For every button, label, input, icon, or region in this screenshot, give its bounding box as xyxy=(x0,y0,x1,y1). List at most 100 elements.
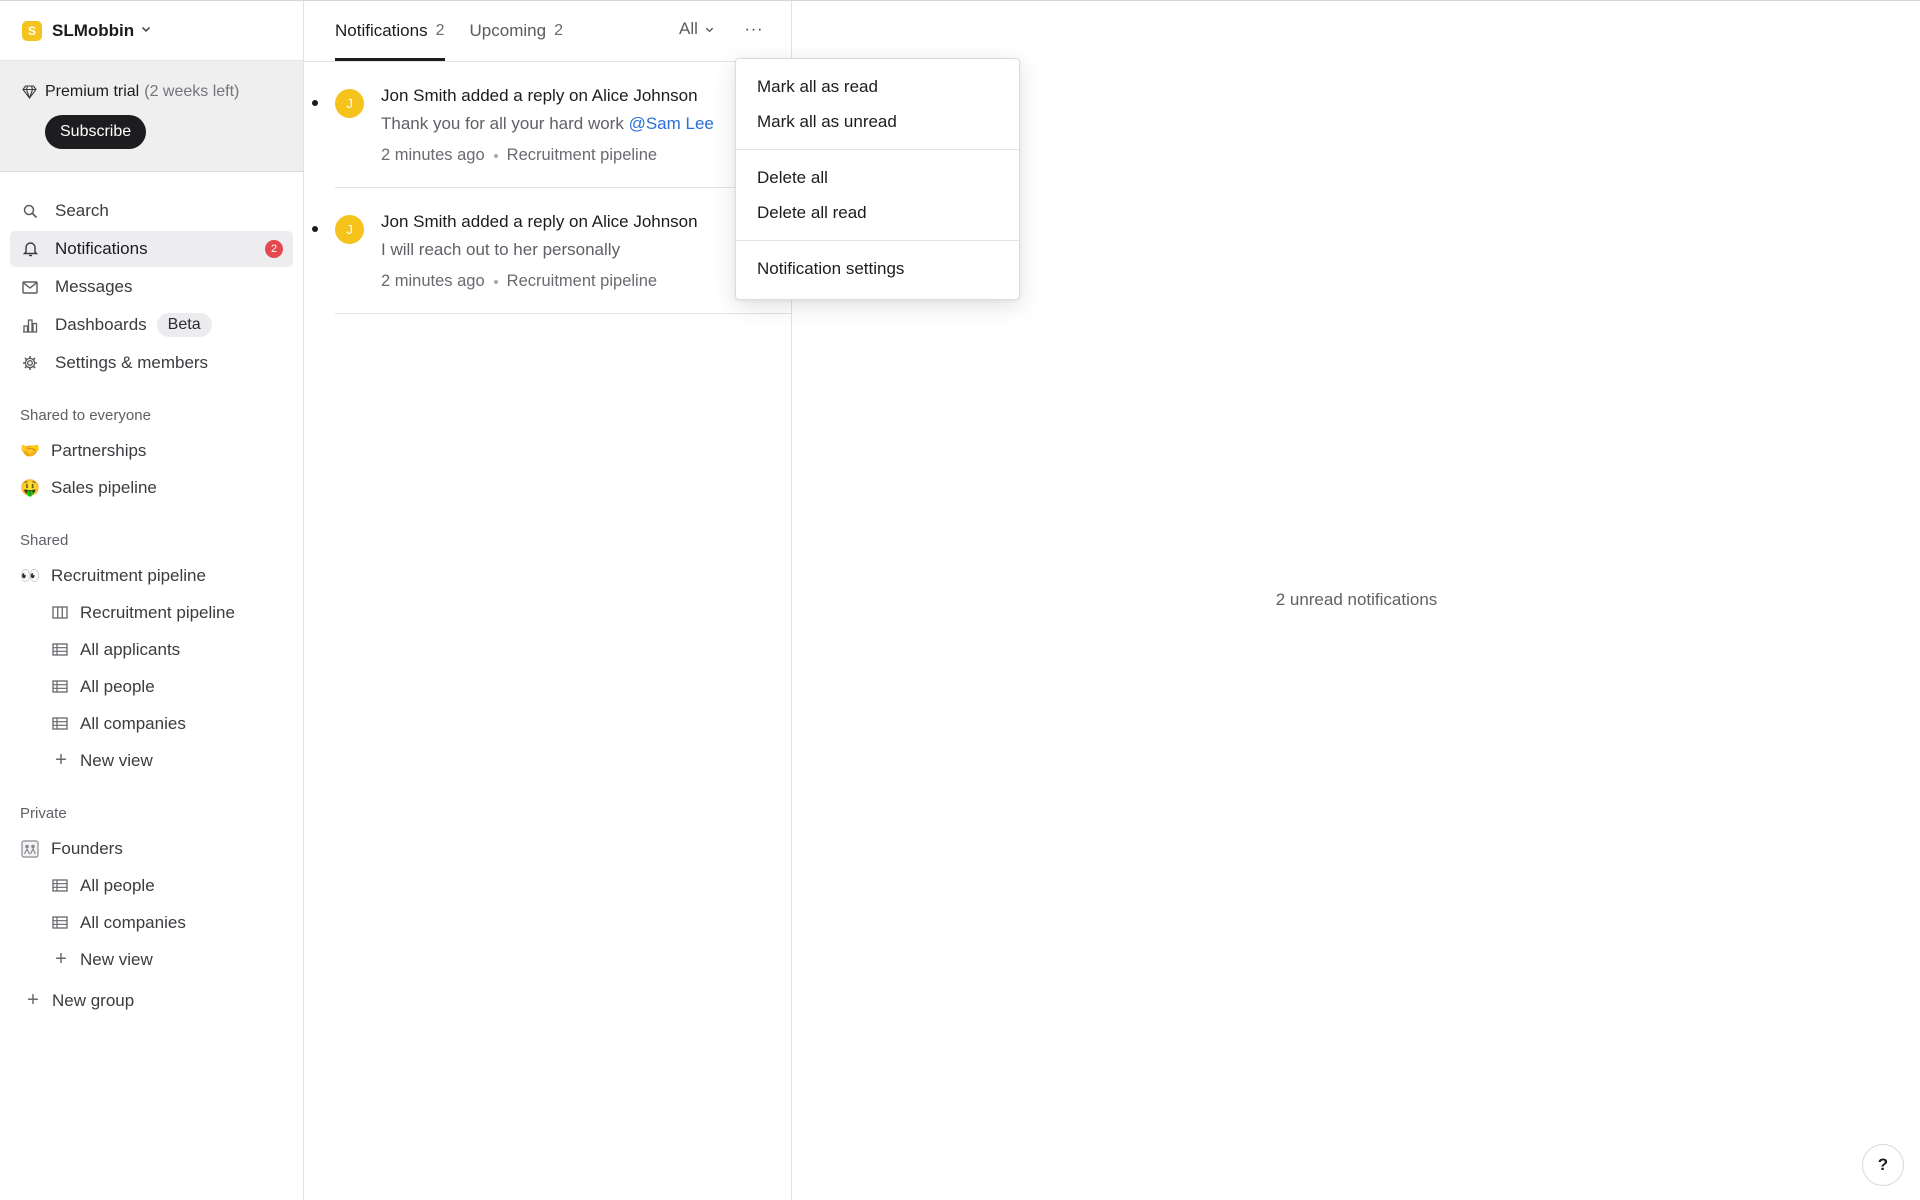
more-options-menu: Mark all as read Mark all as unread Dele… xyxy=(735,58,1020,300)
notification-list: J Jon Smith added a reply on Alice Johns… xyxy=(304,61,792,314)
notification-source[interactable]: Recruitment pipeline xyxy=(507,272,657,291)
trial-remaining: (2 weeks left) xyxy=(144,83,240,100)
nav-item-label: Messages xyxy=(55,277,133,296)
list-item-recruitment-group[interactable]: 👀 Recruitment pipeline xyxy=(0,557,303,594)
view-item-founders-all-people[interactable]: All people xyxy=(0,867,303,904)
plus-icon: + xyxy=(27,989,39,1011)
help-button[interactable]: ? xyxy=(1862,1144,1904,1186)
nav-item-label: Dashboards xyxy=(55,315,147,334)
premium-trial-banner: Premium trial (2 weeks left) Subscribe xyxy=(0,61,303,172)
beta-badge: Beta xyxy=(156,313,212,337)
nav-item-notifications[interactable]: Notifications 2 xyxy=(10,231,293,267)
table-icon xyxy=(52,717,70,730)
tab-notifications[interactable]: Notifications 2 xyxy=(335,1,445,61)
nav-item-label: Search xyxy=(55,201,109,220)
notification-body-text: Thank you for all your hard work xyxy=(381,114,629,133)
eyes-icon: 👀 xyxy=(20,567,40,585)
menu-item-mark-all-read[interactable]: Mark all as read xyxy=(736,69,1019,104)
view-item-recruitment-pipeline[interactable]: Recruitment pipeline xyxy=(0,594,303,631)
table-icon xyxy=(52,879,70,892)
chevron-down-icon xyxy=(704,24,715,35)
unread-indicator xyxy=(312,100,318,106)
separator-dot xyxy=(493,279,498,284)
nav-item-dashboards[interactable]: Dashboards Beta xyxy=(10,307,293,343)
view-item-label: All people xyxy=(80,875,155,895)
chevron-down-icon xyxy=(140,22,152,40)
tab-bar: Notifications 2 Upcoming 2 All ··· xyxy=(304,1,791,61)
menu-item-delete-all[interactable]: Delete all xyxy=(736,160,1019,195)
list-item-partnerships[interactable]: 🤝 Partnerships xyxy=(0,432,303,469)
trial-label: Premium trial xyxy=(45,83,140,100)
tab-label: Notifications xyxy=(335,20,428,40)
view-item-all-applicants[interactable]: All applicants xyxy=(0,631,303,668)
menu-item-mark-all-unread[interactable]: Mark all as unread xyxy=(736,104,1019,139)
view-item-label: All applicants xyxy=(80,639,181,659)
menu-group-mark: Mark all as read Mark all as unread xyxy=(736,59,1019,150)
mail-icon xyxy=(21,278,39,296)
view-item-label: All companies xyxy=(80,713,186,733)
notification-body: Thank you for all your hard work @Sam Le… xyxy=(381,114,714,134)
handshake-icon: 🤝 xyxy=(20,442,40,460)
new-view-label: New view xyxy=(80,750,153,770)
view-item-label: All people xyxy=(80,676,155,696)
tab-label: Upcoming xyxy=(469,20,547,40)
view-item-founders-all-companies[interactable]: All companies xyxy=(0,904,303,941)
money-face-icon: 🤑 xyxy=(20,479,40,497)
main-nav: Search Notifications 2 Messages Dashboar… xyxy=(0,172,303,381)
avatar: J xyxy=(335,89,364,118)
notification-title: Jon Smith added a reply on Alice Johnson xyxy=(381,212,698,231)
notification-source[interactable]: Recruitment pipeline xyxy=(507,146,657,165)
plus-icon: + xyxy=(55,749,67,771)
plus-icon: + xyxy=(55,948,67,970)
list-item-sales-pipeline[interactable]: 🤑 Sales pipeline xyxy=(0,469,303,506)
mention-link[interactable]: @Sam Lee xyxy=(629,114,714,133)
notification-body-text: I will reach out to her personally xyxy=(381,240,621,259)
workspace-name: SLMobbin xyxy=(52,20,135,40)
tab-count: 2 xyxy=(435,21,445,39)
view-item-all-companies[interactable]: All companies xyxy=(0,705,303,742)
more-options-button[interactable]: ··· xyxy=(740,17,768,43)
notification-item[interactable]: J Jon Smith added a reply on Alice Johns… xyxy=(312,62,792,188)
new-view-label: New view xyxy=(80,949,153,969)
menu-group-settings: Notification settings xyxy=(736,241,1019,296)
filter-dropdown[interactable]: All xyxy=(679,19,715,39)
list-item-label: Sales pipeline xyxy=(51,477,157,497)
table-icon xyxy=(52,916,70,929)
new-view-button[interactable]: + New view xyxy=(0,742,303,779)
new-group-label: New group xyxy=(52,990,135,1010)
list-item-label: Founders xyxy=(51,838,123,858)
new-group-button[interactable]: + New group xyxy=(0,982,303,1019)
filter-label: All xyxy=(679,19,698,38)
section-label-shared: Shared xyxy=(20,532,69,549)
notification-meta: 2 minutes ago Recruitment pipeline xyxy=(381,146,657,165)
separator-dot xyxy=(493,153,498,158)
tab-upcoming[interactable]: Upcoming 2 xyxy=(470,1,563,61)
list-item-founders[interactable]: Founders xyxy=(0,830,303,867)
sidebar: S SLMobbin Premium trial (2 weeks left) … xyxy=(0,1,304,1200)
menu-group-delete: Delete all Delete all read xyxy=(736,150,1019,241)
view-item-all-people[interactable]: All people xyxy=(0,668,303,705)
notification-title: Jon Smith added a reply on Alice Johnson xyxy=(381,86,698,105)
menu-item-notification-settings[interactable]: Notification settings xyxy=(736,251,1019,286)
nav-item-search[interactable]: Search xyxy=(10,193,293,229)
nav-item-settings[interactable]: Settings & members xyxy=(10,345,293,381)
nav-item-messages[interactable]: Messages xyxy=(10,269,293,305)
notification-meta: 2 minutes ago Recruitment pipeline xyxy=(381,272,657,291)
new-view-button[interactable]: + New view xyxy=(0,941,303,978)
gear-icon xyxy=(21,354,39,372)
table-icon xyxy=(52,680,70,693)
kanban-icon xyxy=(52,606,70,619)
subscribe-button[interactable]: Subscribe xyxy=(45,115,147,149)
section-label-shared-everyone: Shared to everyone xyxy=(20,407,151,424)
unread-indicator xyxy=(312,226,318,232)
notification-time: 2 minutes ago xyxy=(381,272,485,290)
notification-item[interactable]: J Jon Smith added a reply on Alice Johns… xyxy=(312,188,792,314)
avatar: J xyxy=(335,215,364,244)
tab-count: 2 xyxy=(554,21,563,39)
table-icon xyxy=(52,643,70,656)
menu-item-delete-all-read[interactable]: Delete all read xyxy=(736,195,1019,230)
notification-body: I will reach out to her personally xyxy=(381,240,620,260)
nav-item-label: Settings & members xyxy=(55,353,209,372)
workspace-switcher[interactable]: S SLMobbin xyxy=(0,1,303,61)
empty-state-text: 2 unread notifications xyxy=(1275,590,1438,609)
